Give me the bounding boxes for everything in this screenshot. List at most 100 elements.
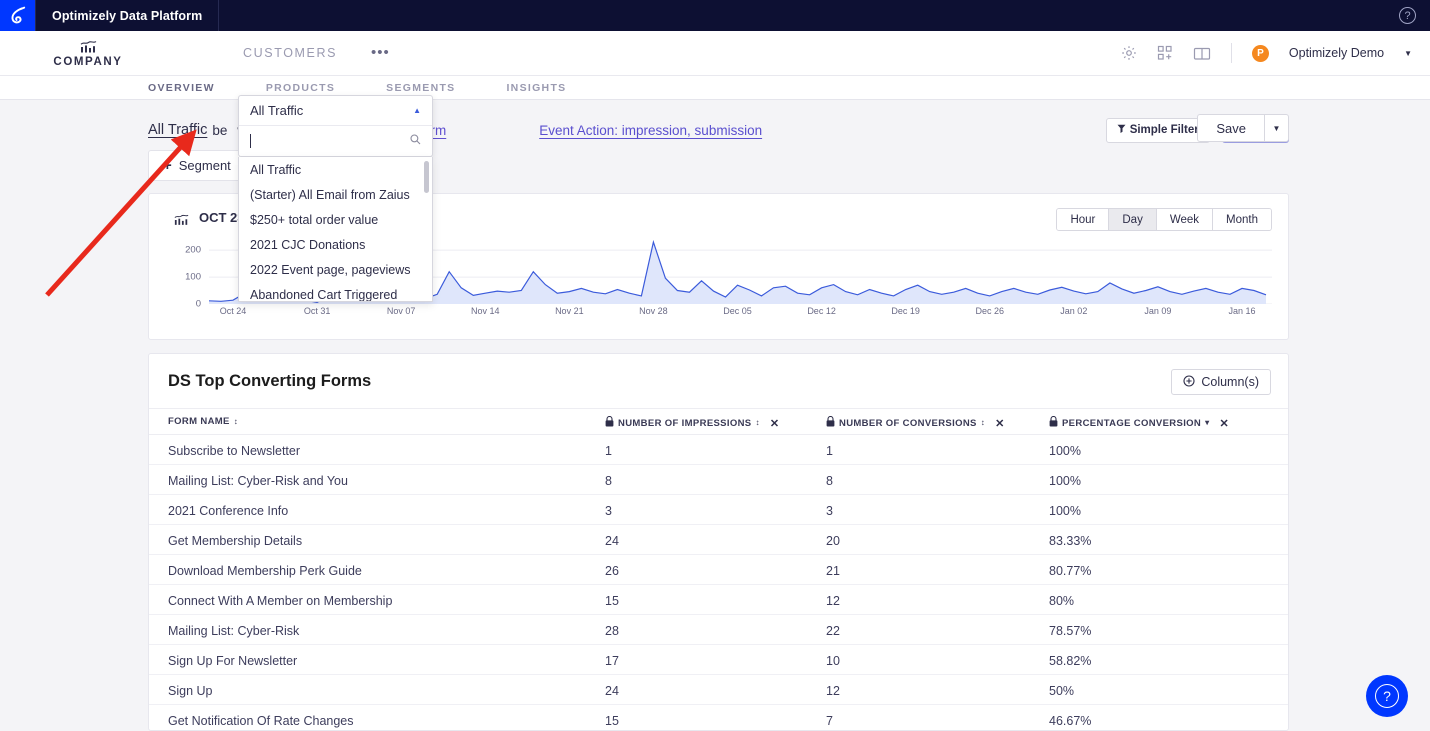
- table-row[interactable]: 2021 Conference Info33100%: [149, 495, 1289, 525]
- granularity-hour[interactable]: Hour: [1057, 209, 1109, 230]
- columns-button[interactable]: Column(s): [1171, 369, 1271, 395]
- cell-percentage: 83.33%: [1049, 534, 1091, 548]
- plus-icon: +: [163, 158, 172, 173]
- global-topbar: Optimizely Data Platform ?: [0, 0, 1430, 31]
- funnel-glyph: [1117, 124, 1126, 133]
- help-circle-icon[interactable]: ?: [1399, 7, 1416, 24]
- book-icon[interactable]: [1193, 46, 1211, 61]
- simple-filter-button[interactable]: Simple Filter: [1106, 118, 1210, 143]
- primary-nav: CUSTOMERS •••: [176, 46, 390, 60]
- sort-icon[interactable]: ↕: [234, 418, 238, 426]
- close-icon[interactable]: ✕: [995, 417, 1005, 430]
- segment-option[interactable]: $250+ total order value: [239, 207, 432, 232]
- granularity-day[interactable]: Day: [1109, 209, 1156, 230]
- avatar[interactable]: P: [1252, 45, 1269, 62]
- save-button[interactable]: Save: [1197, 114, 1264, 142]
- x-axis-tick-label: Nov 21: [555, 306, 584, 316]
- bar-chart-icon: [80, 41, 97, 54]
- table-row[interactable]: Sign Up For Newsletter171058.82%: [149, 645, 1289, 675]
- tab-segments[interactable]: SEGMENTS: [386, 82, 455, 94]
- lock-glyph: [826, 416, 835, 427]
- cell-percentage: 100%: [1049, 474, 1081, 488]
- tab-insights[interactable]: INSIGHTS: [506, 82, 566, 94]
- help-fab-button[interactable]: ?: [1366, 675, 1408, 717]
- column-header-conversions-label: NUMBER OF CONVERSIONS: [839, 418, 977, 429]
- segment-dropdown-box: All Traffic ▲: [238, 95, 433, 157]
- cell-form-name: Get Notification Of Rate Changes: [168, 714, 354, 728]
- cell-form-name: Mailing List: Cyber-Risk and You: [168, 474, 348, 488]
- sort-icon[interactable]: ↕: [981, 419, 985, 427]
- segment-option[interactable]: 2022 Event page, pageviews: [239, 257, 432, 282]
- tab-products[interactable]: PRODUCTS: [266, 82, 335, 94]
- save-dropdown-toggle[interactable]: ▼: [1264, 114, 1289, 142]
- cell-impressions: 8: [605, 474, 612, 488]
- dropdown-scrollbar[interactable]: [424, 161, 429, 193]
- cell-form-name: Subscribe to Newsletter: [168, 444, 300, 458]
- segment-dropdown-list[interactable]: All Traffic(Starter) All Email from Zaiu…: [238, 157, 433, 302]
- sub-nav: OVERVIEW PRODUCTS SEGMENTS INSIGHTS: [0, 76, 1430, 100]
- chevron-down-icon[interactable]: ▼: [1404, 49, 1412, 58]
- close-icon[interactable]: ✕: [770, 417, 780, 430]
- granularity-week[interactable]: Week: [1157, 209, 1213, 230]
- column-header-form-name[interactable]: FORM NAME ↕: [168, 416, 238, 427]
- chevron-up-icon[interactable]: ▲: [413, 106, 421, 115]
- cell-form-name: Mailing List: Cyber-Risk: [168, 624, 299, 638]
- cell-form-name: Download Membership Perk Guide: [168, 564, 362, 578]
- cell-conversions: 1: [826, 444, 833, 458]
- text-cursor: [250, 134, 251, 148]
- search-icon: [410, 134, 421, 148]
- x-axis-tick-label: Jan 16: [1228, 306, 1255, 316]
- optimizely-logo[interactable]: [0, 0, 35, 31]
- segment-option[interactable]: All Traffic: [239, 157, 432, 182]
- apps-icon[interactable]: [1157, 45, 1173, 61]
- granularity-toggle-group: Hour Day Week Month: [1056, 208, 1272, 231]
- user-name[interactable]: Optimizely Demo: [1289, 46, 1384, 60]
- gear-icon[interactable]: [1121, 45, 1137, 61]
- filter-chip-event-action[interactable]: Event Action: impression, submission: [539, 123, 762, 138]
- cell-impressions: 24: [605, 534, 619, 548]
- segment-option[interactable]: (Starter) All Email from Zaius: [239, 182, 432, 207]
- nav-item-customers[interactable]: CUSTOMERS: [243, 46, 337, 60]
- cell-percentage: 80%: [1049, 594, 1074, 608]
- column-header-impressions[interactable]: NUMBER OF IMPRESSIONS ↕ ✕: [605, 416, 779, 430]
- lock-glyph: [605, 416, 614, 427]
- segment-dropdown-toggle[interactable]: All Traffic ▲: [239, 96, 432, 126]
- column-header-conversions[interactable]: NUMBER OF CONVERSIONS ↕ ✕: [826, 416, 1005, 430]
- add-segment-button[interactable]: + Segment: [148, 150, 246, 181]
- cell-impressions: 26: [605, 564, 619, 578]
- cell-percentage: 50%: [1049, 684, 1074, 698]
- segment-selector-link[interactable]: All Traffic: [148, 122, 207, 138]
- x-axis-tick-label: Nov 07: [387, 306, 416, 316]
- close-icon[interactable]: ✕: [1220, 417, 1230, 430]
- table-row[interactable]: Sign Up241250%: [149, 675, 1289, 705]
- table-row[interactable]: Mailing List: Cyber-Risk282278.57%: [149, 615, 1289, 645]
- chevron-down-icon[interactable]: ▾: [1205, 419, 1209, 427]
- table-row[interactable]: Connect With A Member on Membership15128…: [149, 585, 1289, 615]
- granularity-month[interactable]: Month: [1213, 209, 1271, 230]
- chart-x-axis: Oct 24Oct 31Nov 07Nov 14Nov 21Nov 28Dec …: [164, 306, 1274, 322]
- segment-option[interactable]: Abandoned Cart Triggered: [239, 282, 432, 302]
- tab-overview[interactable]: OVERVIEW: [148, 82, 215, 94]
- table-row[interactable]: Get Notification Of Rate Changes15746.67…: [149, 705, 1289, 731]
- segment-option[interactable]: 2021 CJC Donations: [239, 232, 432, 257]
- lock-icon: [1049, 416, 1058, 430]
- sort-icon[interactable]: ↕: [756, 419, 760, 427]
- cell-form-name: Connect With A Member on Membership: [168, 594, 392, 608]
- nav-more-icon[interactable]: •••: [371, 49, 390, 57]
- company-label: COMPANY: [53, 56, 122, 68]
- cell-impressions: 3: [605, 504, 612, 518]
- column-header-impressions-label: NUMBER OF IMPRESSIONS: [618, 418, 752, 429]
- table-row[interactable]: Mailing List: Cyber-Risk and You88100%: [149, 465, 1289, 495]
- filter-text-between: be: [212, 123, 227, 138]
- column-header-percentage[interactable]: PERCENTAGE CONVERSION ▾ ✕: [1049, 416, 1229, 430]
- segment-search-field[interactable]: [239, 126, 432, 156]
- cell-impressions: 24: [605, 684, 619, 698]
- cell-impressions: 15: [605, 594, 619, 608]
- table-row[interactable]: Subscribe to Newsletter11100%: [149, 435, 1289, 465]
- company-nav-item[interactable]: COMPANY: [0, 38, 176, 68]
- x-axis-tick-label: Jan 09: [1144, 306, 1171, 316]
- table-row[interactable]: Get Membership Details242083.33%: [149, 525, 1289, 555]
- cell-conversions: 22: [826, 624, 840, 638]
- table-row[interactable]: Download Membership Perk Guide262180.77%: [149, 555, 1289, 585]
- x-axis-tick-label: Nov 14: [471, 306, 500, 316]
